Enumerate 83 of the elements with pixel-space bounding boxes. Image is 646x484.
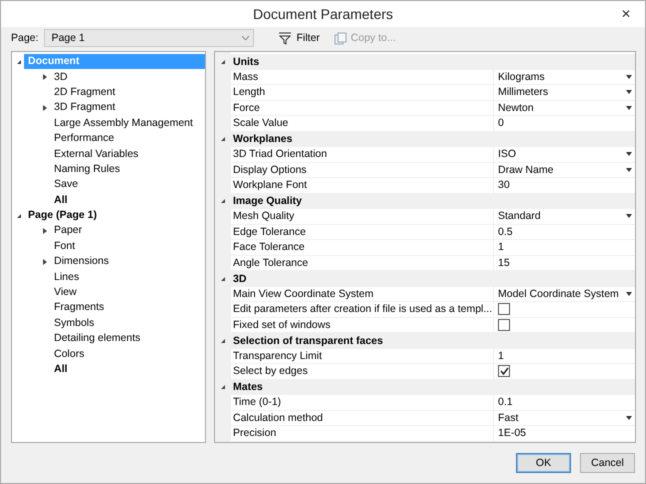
page-label: Page: xyxy=(11,32,38,44)
group-header: Mates xyxy=(233,381,263,394)
tree-item[interactable]: Save xyxy=(50,177,82,192)
dropdown-arrow-icon[interactable] xyxy=(626,168,632,172)
group-header: Workplanes xyxy=(233,133,292,146)
tree-item[interactable]: Paper xyxy=(50,223,86,238)
tree-item[interactable]: View xyxy=(50,285,81,300)
dropdown-arrow-icon[interactable] xyxy=(626,214,632,218)
tree-item[interactable]: Lines xyxy=(50,270,84,285)
property-dropdown[interactable]: Standard xyxy=(493,209,635,224)
property-name: Face Tolerance xyxy=(232,240,306,254)
checkbox[interactable] xyxy=(498,365,510,378)
property-dropdown[interactable]: Kilograms xyxy=(493,70,635,84)
property-value[interactable]: 0.5 xyxy=(493,224,635,239)
property-value[interactable]: 1 xyxy=(493,240,635,254)
tree-item[interactable]: Naming Rules xyxy=(50,162,124,177)
property-name: Edit parameters after creation if file is used as a templ... xyxy=(232,302,493,316)
filter-icon xyxy=(278,32,292,44)
check-icon xyxy=(500,367,508,376)
group-header: Image Quality xyxy=(233,195,302,208)
group-header: Selection of transparent faces xyxy=(233,334,383,347)
tree-item[interactable]: 2D Fragment xyxy=(50,84,120,100)
ok-button[interactable]: OK xyxy=(516,453,571,473)
property-value[interactable]: 0.1 xyxy=(493,395,635,410)
property-value[interactable]: 1 xyxy=(493,348,635,363)
tree-item[interactable]: All xyxy=(50,192,72,208)
property-name: Main View Coordinate System xyxy=(232,286,374,301)
close-button[interactable]: ✕ xyxy=(613,4,639,24)
filter-button[interactable]: Filter xyxy=(274,32,324,44)
tree-item[interactable]: Fragments xyxy=(50,300,108,316)
property-name: Force xyxy=(232,100,261,115)
property-name: Select by edges xyxy=(232,364,309,378)
property-name: Mass xyxy=(232,70,260,84)
property-value[interactable]: 30 xyxy=(493,178,635,192)
dropdown-arrow-icon[interactable] xyxy=(626,152,632,156)
dropdown-arrow-icon[interactable] xyxy=(626,416,632,420)
checkbox[interactable] xyxy=(498,303,510,316)
dropdown-arrow-icon[interactable] xyxy=(626,90,632,94)
tree-item[interactable]: Dimensions xyxy=(50,254,113,270)
copy-icon xyxy=(334,32,347,44)
property-dropdown[interactable]: Millimeters xyxy=(493,85,635,100)
property-value[interactable]: 0 xyxy=(493,116,635,130)
property-name: Edge Tolerance xyxy=(232,224,307,239)
dropdown-arrow-icon[interactable] xyxy=(626,292,632,296)
property-dropdown[interactable]: ISO xyxy=(493,147,635,162)
cancel-button[interactable]: Cancel xyxy=(580,453,635,473)
property-dropdown[interactable]: Newton xyxy=(493,100,635,115)
property-name: Display Options xyxy=(232,162,308,177)
property-dropdown[interactable]: Fast xyxy=(493,410,635,425)
property-name: Mesh Quality xyxy=(232,209,296,224)
page-dropdown[interactable]: Page 1 xyxy=(44,29,254,47)
group-header: 3D xyxy=(233,272,246,285)
tree-item[interactable]: Page (Page 1) xyxy=(24,208,101,224)
tree-item[interactable]: External Variables xyxy=(50,146,142,162)
chevron-icon xyxy=(242,36,250,40)
property-name: Angle Tolerance xyxy=(232,256,310,270)
property-name: Scale Value xyxy=(232,116,290,130)
tree-item[interactable]: Colors xyxy=(50,346,88,362)
tree-item[interactable]: Font xyxy=(50,238,80,254)
property-name: Calculation method xyxy=(232,410,324,425)
tree-item[interactable]: 3D Fragment xyxy=(50,100,120,116)
tree-item[interactable]: Performance xyxy=(50,131,118,146)
dropdown-arrow-icon[interactable] xyxy=(626,74,632,79)
property-value[interactable]: 15 xyxy=(493,256,635,270)
tree-item[interactable]: Symbols xyxy=(50,316,98,331)
property-name: Precision xyxy=(232,426,278,440)
group-header: Units xyxy=(233,56,260,68)
property-dropdown[interactable]: Model Coordinate System xyxy=(493,286,635,301)
property-name: Length xyxy=(232,85,266,100)
property-dropdown[interactable]: Draw Name xyxy=(493,162,635,177)
dropdown-arrow-icon[interactable] xyxy=(626,106,632,110)
property-name: Transparency Limit xyxy=(232,348,323,363)
property-name: Workplane Font xyxy=(232,178,308,192)
tree-item[interactable]: 3D xyxy=(50,70,72,85)
window-title: Document Parameters xyxy=(252,6,394,22)
property-name: Time (0-1) xyxy=(232,395,282,410)
property-value[interactable]: 1E-05 xyxy=(493,426,635,440)
checkbox[interactable] xyxy=(498,318,510,331)
tree-item[interactable]: All xyxy=(50,362,72,377)
tree-item[interactable]: Detailing elements xyxy=(50,331,144,346)
tree-item[interactable]: Large Assembly Management xyxy=(50,116,197,131)
property-name: 3D Triad Orientation xyxy=(232,147,328,162)
property-name: Fixed set of windows xyxy=(232,318,332,332)
